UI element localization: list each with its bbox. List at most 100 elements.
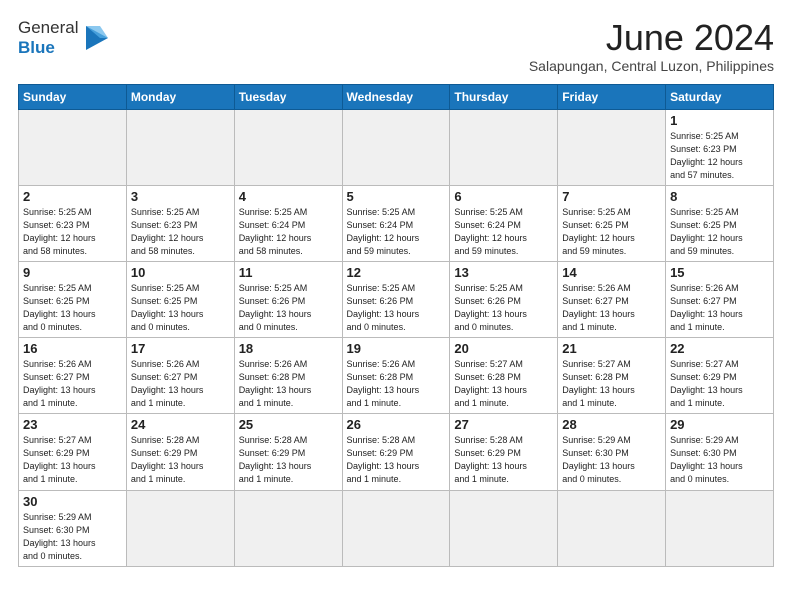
day-number: 18	[239, 341, 338, 356]
day-info: Sunrise: 5:25 AM Sunset: 6:25 PM Dayligh…	[670, 206, 769, 258]
calendar-day-cell: 15 Sunrise: 5:26 AM Sunset: 6:27 PM Dayli…	[666, 261, 774, 337]
day-number: 7	[562, 189, 661, 204]
calendar-day-cell	[19, 109, 127, 185]
day-number: 15	[670, 265, 769, 280]
day-info: Sunrise: 5:28 AM Sunset: 6:29 PM Dayligh…	[454, 434, 553, 486]
calendar-week-row: 9 Sunrise: 5:25 AM Sunset: 6:25 PM Daylig…	[19, 261, 774, 337]
calendar-day-cell: 16 Sunrise: 5:26 AM Sunset: 6:27 PM Dayli…	[19, 338, 127, 414]
day-info: Sunrise: 5:28 AM Sunset: 6:29 PM Dayligh…	[347, 434, 446, 486]
logo-blue-text: Blue	[18, 38, 55, 58]
calendar-day-cell: 8 Sunrise: 5:25 AM Sunset: 6:25 PM Daylig…	[666, 185, 774, 261]
calendar-day-cell: 1 Sunrise: 5:25 AM Sunset: 6:23 PM Daylig…	[666, 109, 774, 185]
weekday-header-sunday: Sunday	[19, 84, 127, 109]
day-info: Sunrise: 5:25 AM Sunset: 6:26 PM Dayligh…	[347, 282, 446, 334]
calendar-day-cell: 29 Sunrise: 5:29 AM Sunset: 6:30 PM Dayli…	[666, 414, 774, 490]
calendar-day-cell	[126, 490, 234, 566]
day-info: Sunrise: 5:25 AM Sunset: 6:24 PM Dayligh…	[454, 206, 553, 258]
day-info: Sunrise: 5:26 AM Sunset: 6:27 PM Dayligh…	[670, 282, 769, 334]
day-number: 14	[562, 265, 661, 280]
day-number: 29	[670, 417, 769, 432]
day-number: 5	[347, 189, 446, 204]
calendar-day-cell: 9 Sunrise: 5:25 AM Sunset: 6:25 PM Daylig…	[19, 261, 127, 337]
calendar-day-cell: 27 Sunrise: 5:28 AM Sunset: 6:29 PM Dayli…	[450, 414, 558, 490]
calendar-day-cell: 2Sunrise: 5:25 AM Sunset: 6:23 PM Daylig…	[19, 185, 127, 261]
logo: General Blue	[18, 18, 110, 57]
calendar-day-cell: 6 Sunrise: 5:25 AM Sunset: 6:24 PM Daylig…	[450, 185, 558, 261]
calendar-day-cell	[342, 109, 450, 185]
calendar-day-cell: 7Sunrise: 5:25 AM Sunset: 6:25 PM Daylig…	[558, 185, 666, 261]
day-info: Sunrise: 5:25 AM Sunset: 6:25 PM Dayligh…	[131, 282, 230, 334]
day-info: Sunrise: 5:27 AM Sunset: 6:29 PM Dayligh…	[670, 358, 769, 410]
day-number: 2	[23, 189, 122, 204]
calendar-day-cell	[126, 109, 234, 185]
day-info: Sunrise: 5:27 AM Sunset: 6:28 PM Dayligh…	[454, 358, 553, 410]
calendar-day-cell	[666, 490, 774, 566]
logo-icon	[82, 16, 110, 56]
day-number: 16	[23, 341, 122, 356]
calendar-week-row: 30 Sunrise: 5:29 AM Sunset: 6:30 PM Dayli…	[19, 490, 774, 566]
day-number: 30	[23, 494, 122, 509]
day-info: Sunrise: 5:26 AM Sunset: 6:27 PM Dayligh…	[131, 358, 230, 410]
calendar-table: SundayMondayTuesdayWednesdayThursdayFrid…	[18, 84, 774, 567]
day-info: Sunrise: 5:26 AM Sunset: 6:27 PM Dayligh…	[562, 282, 661, 334]
day-number: 10	[131, 265, 230, 280]
weekday-header-row: SundayMondayTuesdayWednesdayThursdayFrid…	[19, 84, 774, 109]
calendar-day-cell: 4Sunrise: 5:25 AM Sunset: 6:24 PM Daylig…	[234, 185, 342, 261]
day-info: Sunrise: 5:29 AM Sunset: 6:30 PM Dayligh…	[23, 511, 122, 563]
day-number: 25	[239, 417, 338, 432]
day-number: 13	[454, 265, 553, 280]
day-info: Sunrise: 5:27 AM Sunset: 6:28 PM Dayligh…	[562, 358, 661, 410]
day-number: 28	[562, 417, 661, 432]
calendar-day-cell: 12 Sunrise: 5:25 AM Sunset: 6:26 PM Dayli…	[342, 261, 450, 337]
day-info: Sunrise: 5:25 AM Sunset: 6:24 PM Dayligh…	[239, 206, 338, 258]
day-number: 17	[131, 341, 230, 356]
day-number: 8	[670, 189, 769, 204]
page: General Blue June 2024 Salapungan, Centr…	[0, 0, 792, 577]
calendar-day-cell	[450, 109, 558, 185]
weekday-header-tuesday: Tuesday	[234, 84, 342, 109]
day-info: Sunrise: 5:28 AM Sunset: 6:29 PM Dayligh…	[131, 434, 230, 486]
day-info: Sunrise: 5:26 AM Sunset: 6:28 PM Dayligh…	[347, 358, 446, 410]
calendar-day-cell: 23 Sunrise: 5:27 AM Sunset: 6:29 PM Dayli…	[19, 414, 127, 490]
day-number: 23	[23, 417, 122, 432]
day-info: Sunrise: 5:27 AM Sunset: 6:29 PM Dayligh…	[23, 434, 122, 486]
day-number: 21	[562, 341, 661, 356]
day-number: 6	[454, 189, 553, 204]
day-info: Sunrise: 5:26 AM Sunset: 6:28 PM Dayligh…	[239, 358, 338, 410]
weekday-header-friday: Friday	[558, 84, 666, 109]
day-info: Sunrise: 5:28 AM Sunset: 6:29 PM Dayligh…	[239, 434, 338, 486]
calendar-day-cell	[558, 490, 666, 566]
day-number: 19	[347, 341, 446, 356]
calendar-day-cell: 5 Sunrise: 5:25 AM Sunset: 6:24 PM Daylig…	[342, 185, 450, 261]
calendar-day-cell	[558, 109, 666, 185]
day-info: Sunrise: 5:25 AM Sunset: 6:23 PM Dayligh…	[670, 130, 769, 182]
calendar-day-cell	[450, 490, 558, 566]
location: Salapungan, Central Luzon, Philippines	[529, 58, 774, 74]
weekday-header-wednesday: Wednesday	[342, 84, 450, 109]
calendar-day-cell: 24Sunrise: 5:28 AM Sunset: 6:29 PM Dayli…	[126, 414, 234, 490]
day-number: 27	[454, 417, 553, 432]
day-number: 12	[347, 265, 446, 280]
calendar-day-cell: 22Sunrise: 5:27 AM Sunset: 6:29 PM Dayli…	[666, 338, 774, 414]
day-info: Sunrise: 5:25 AM Sunset: 6:25 PM Dayligh…	[23, 282, 122, 334]
day-number: 26	[347, 417, 446, 432]
calendar-week-row: 1 Sunrise: 5:25 AM Sunset: 6:23 PM Daylig…	[19, 109, 774, 185]
day-info: Sunrise: 5:25 AM Sunset: 6:26 PM Dayligh…	[454, 282, 553, 334]
day-info: Sunrise: 5:29 AM Sunset: 6:30 PM Dayligh…	[670, 434, 769, 486]
header: General Blue June 2024 Salapungan, Centr…	[18, 18, 774, 74]
calendar-week-row: 2Sunrise: 5:25 AM Sunset: 6:23 PM Daylig…	[19, 185, 774, 261]
calendar-day-cell: 28Sunrise: 5:29 AM Sunset: 6:30 PM Dayli…	[558, 414, 666, 490]
calendar-day-cell	[342, 490, 450, 566]
calendar-day-cell: 14 Sunrise: 5:26 AM Sunset: 6:27 PM Dayli…	[558, 261, 666, 337]
calendar-day-cell: 18 Sunrise: 5:26 AM Sunset: 6:28 PM Dayli…	[234, 338, 342, 414]
logo-general-text: General	[18, 18, 78, 38]
calendar-day-cell: 3Sunrise: 5:25 AM Sunset: 6:23 PM Daylig…	[126, 185, 234, 261]
day-info: Sunrise: 5:25 AM Sunset: 6:26 PM Dayligh…	[239, 282, 338, 334]
day-info: Sunrise: 5:26 AM Sunset: 6:27 PM Dayligh…	[23, 358, 122, 410]
day-number: 9	[23, 265, 122, 280]
calendar-day-cell: 30 Sunrise: 5:29 AM Sunset: 6:30 PM Dayli…	[19, 490, 127, 566]
month-title: June 2024	[529, 18, 774, 58]
day-info: Sunrise: 5:25 AM Sunset: 6:24 PM Dayligh…	[347, 206, 446, 258]
day-number: 1	[670, 113, 769, 128]
calendar-day-cell: 13 Sunrise: 5:25 AM Sunset: 6:26 PM Dayli…	[450, 261, 558, 337]
